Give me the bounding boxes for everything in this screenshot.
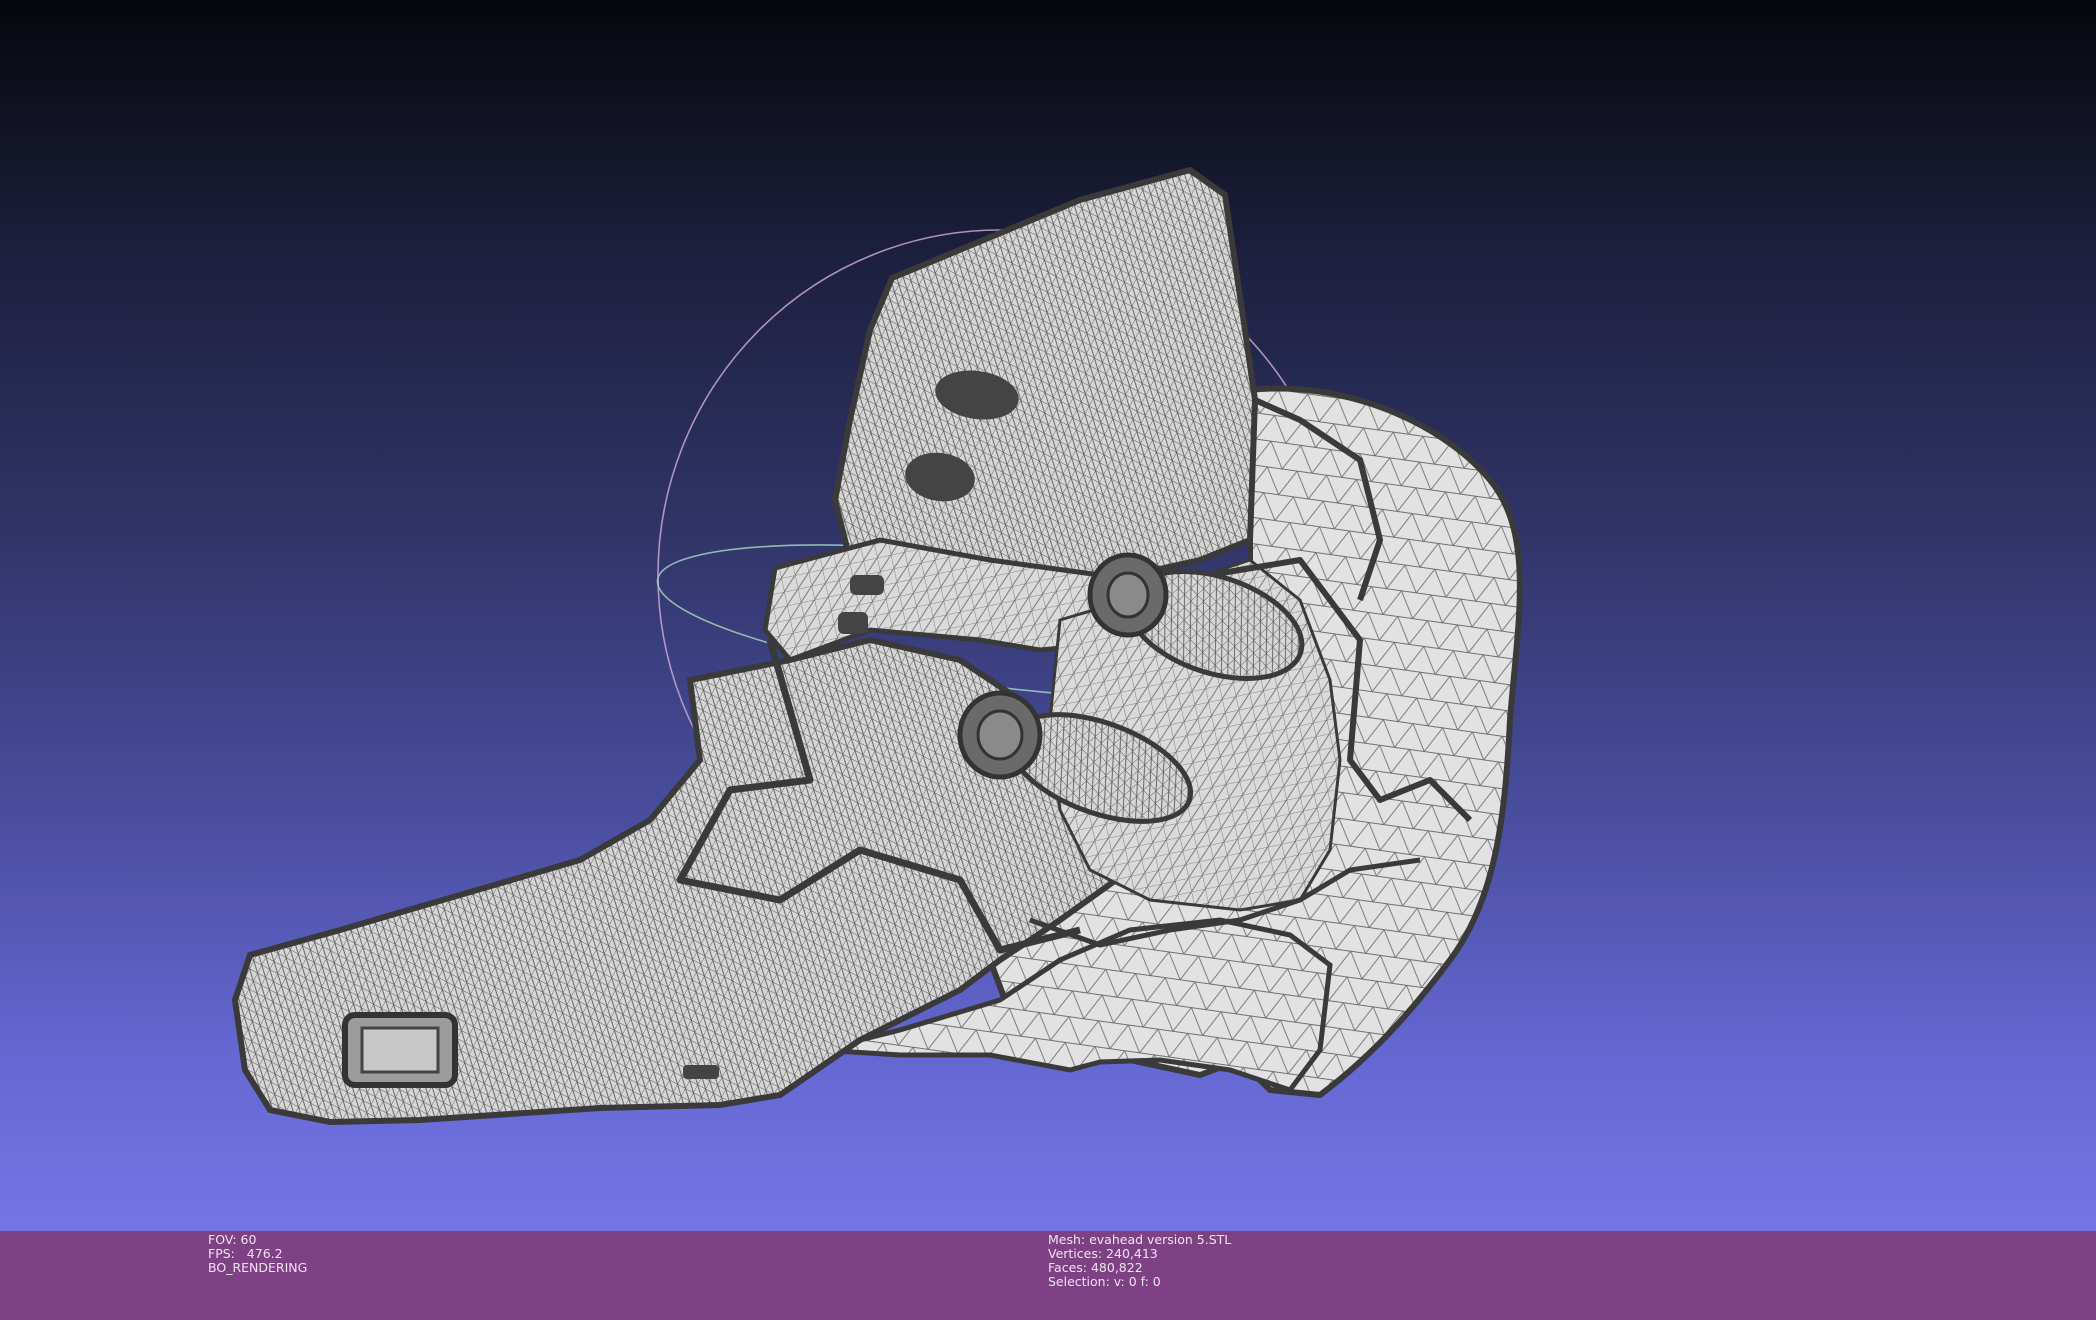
render-info: FOV: 60 FPS: 476.2 BO_RENDERING [208, 1233, 307, 1275]
mesh-helmet-top [831, 166, 1259, 584]
fov-readout: FOV: 60 [208, 1232, 257, 1247]
face-count: Faces: 480,822 [1048, 1260, 1143, 1275]
3d-viewport[interactable] [0, 0, 2096, 1231]
mesh-nostril [342, 1012, 458, 1088]
selection-info: Selection: v: 0 f: 0 [1048, 1274, 1161, 1289]
mesh-slot [850, 575, 884, 595]
vertex-count: Vertices: 240,413 [1048, 1246, 1158, 1261]
mesh-slot [683, 1065, 719, 1079]
fps-readout: FPS: 476.2 [208, 1246, 283, 1261]
status-bar: FOV: 60 FPS: 476.2 BO_RENDERING Mesh: ev… [0, 1231, 2096, 1320]
mesh-slot [838, 612, 868, 634]
render-mode: BO_RENDERING [208, 1260, 308, 1275]
mesh-info: Mesh: evahead version 5.STL Vertices: 24… [1048, 1233, 1231, 1289]
mesh-scene[interactable] [0, 0, 2096, 1231]
mesh-name: Mesh: evahead version 5.STL [1048, 1232, 1232, 1247]
